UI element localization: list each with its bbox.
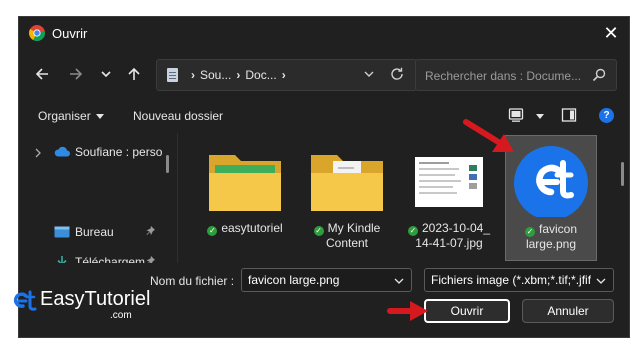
chevron-down-icon[interactable] <box>362 67 376 84</box>
file-name: ✓ 2023-10-04_ 14-41-07.jpg <box>403 221 495 251</box>
address-bar[interactable]: › Sou... › Doc... › <box>156 59 417 91</box>
filetype-select[interactable]: Fichiers image (*.xbm;*.tif;*.jfif; <box>424 268 614 292</box>
file-name: ✓ My Kindle Content <box>301 221 393 251</box>
file-list: ✓ easytutoriel ✓ My Kindle Content ✓ 202… <box>179 133 619 263</box>
search-input[interactable]: Rechercher dans : Docume... <box>415 59 617 91</box>
file-name-text: My Kindle Content <box>325 221 381 250</box>
organize-label: Organiser <box>38 109 91 123</box>
search-icon[interactable] <box>592 68 606 85</box>
sidebar-item-desktop[interactable]: Bureau <box>19 221 169 243</box>
cloud-icon <box>54 146 70 157</box>
breadcrumb: › Sou... › Doc... › <box>191 68 286 82</box>
command-bar: Organiser Nouveau dossier ? <box>19 103 629 131</box>
file-name-line2: large.png <box>525 237 577 251</box>
pin-icon[interactable] <box>145 225 157 237</box>
filename-value: favicon large.png <box>248 273 340 287</box>
back-icon[interactable] <box>33 65 51 83</box>
file-name-text: easytutoriel <box>221 221 283 235</box>
view-options-caret-icon[interactable] <box>536 114 544 119</box>
filename-field[interactable]: favicon large.png <box>241 268 412 292</box>
folder-icon <box>209 155 281 211</box>
brand-name: EasyTutoriel <box>40 288 151 310</box>
up-icon[interactable] <box>125 65 143 83</box>
filetype-value: Fichiers image (*.xbm;*.tif;*.jfif; <box>431 273 595 287</box>
sidebar-item-label: Soufiane : perso <box>75 145 163 159</box>
search-placeholder: Rechercher dans : Docume... <box>425 69 582 83</box>
file-list-scrollbar[interactable] <box>621 162 624 186</box>
title-bar: Ouvrir ✕ <box>19 17 629 49</box>
folder-icon <box>311 155 383 211</box>
sync-check-icon: ✓ <box>407 226 418 236</box>
breadcrumb-item-user[interactable]: Sou... <box>200 68 231 82</box>
preview-pane-icon[interactable] <box>561 107 577 123</box>
caret-down-icon <box>95 114 104 120</box>
sidebar-item-onedrive[interactable]: Soufiane : perso <box>19 141 169 163</box>
easytutoriel-logo-icon <box>514 146 588 217</box>
open-button[interactable]: Ouvrir <box>424 299 510 323</box>
view-mode-icon[interactable] <box>508 107 524 123</box>
navigation-bar: › Sou... › Doc... › Rechercher dans : Docume… <box>19 57 629 93</box>
sync-check-icon: ✓ <box>524 227 535 237</box>
file-item-folder[interactable]: ✓ My Kindle Content <box>301 135 393 261</box>
file-name-line1: 2023-10-04_ <box>421 221 491 235</box>
sidebar-scrollbar[interactable] <box>166 155 169 173</box>
new-folder-button[interactable]: Nouveau dossier <box>133 109 223 123</box>
documents-icon <box>167 68 178 82</box>
refresh-icon[interactable] <box>389 66 405 85</box>
watermark-logo: EasyTutoriel .com <box>12 282 162 330</box>
breadcrumb-item-documents[interactable]: Doc... <box>245 68 276 82</box>
navigation-pane: Soufiane : perso Bureau Téléchargem <box>19 133 173 269</box>
dialog-title: Ouvrir <box>52 26 88 41</box>
screenshot-thumbnail <box>415 157 483 207</box>
sync-check-icon: ✓ <box>313 226 324 236</box>
filename-label: Nom du fichier : <box>150 274 235 288</box>
file-name-line2: 14-41-07.jpg <box>415 236 483 250</box>
help-icon[interactable]: ? <box>599 108 614 123</box>
file-item-folder[interactable]: ✓ easytutoriel <box>199 135 291 261</box>
file-item-image-selected[interactable]: ✓ favicon large.png <box>505 135 597 261</box>
sidebar-item-label: Bureau <box>75 225 114 239</box>
forward-icon[interactable] <box>67 65 85 83</box>
easytutoriel-logo-icon <box>13 290 37 311</box>
chevron-down-icon[interactable] <box>393 275 405 287</box>
sync-check-icon: ✓ <box>207 226 218 236</box>
brand-suffix: .com <box>110 310 132 321</box>
file-name-line1: favicon <box>538 222 578 236</box>
cancel-button[interactable]: Annuler <box>522 299 614 323</box>
file-name: ✓ easytutoriel <box>199 221 291 236</box>
pane-divider[interactable] <box>177 133 178 263</box>
file-item-image[interactable]: ✓ 2023-10-04_ 14-41-07.jpg <box>403 135 495 261</box>
chrome-icon <box>29 25 45 41</box>
chevron-down-icon[interactable] <box>591 275 607 287</box>
recent-locations-chevron-icon[interactable] <box>97 65 115 83</box>
file-name: ✓ favicon large.png <box>505 222 597 252</box>
close-button[interactable]: ✕ <box>599 22 623 44</box>
organize-button[interactable]: Organiser <box>38 109 104 123</box>
desktop-icon <box>54 226 70 238</box>
expand-chevron-icon[interactable] <box>34 147 42 161</box>
